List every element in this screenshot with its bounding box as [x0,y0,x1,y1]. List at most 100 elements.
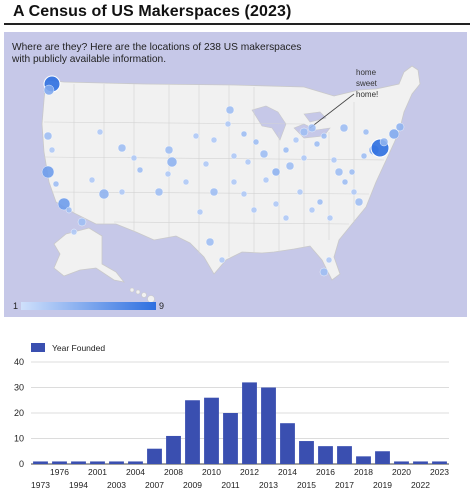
map-annotation: home sweet home! [356,67,396,100]
y-tick-label: 10 [14,434,24,444]
makerspace-dot [43,84,55,96]
makerspace-dot [230,178,238,186]
bar-2014 [280,423,295,464]
makerspace-dot [209,187,219,197]
makerspace-dot [282,214,290,222]
hawaii [129,287,155,303]
makerspace-dot [77,217,87,227]
makerspace-dot [192,132,200,140]
annotation-line-3: home! [356,90,379,99]
makerspace-dot [118,188,126,196]
title-rule [4,23,470,25]
makerspace-dot [88,176,96,184]
x-tick-label: 2015 [297,480,316,490]
bar-2020 [394,461,409,464]
makerspace-dot [292,136,300,144]
x-tick-label: 1976 [50,467,69,477]
makerspace-dot [308,206,316,214]
makerspace-dot [244,158,252,166]
makerspace-dot [240,130,248,138]
makerspace-dot [196,208,204,216]
makerspace-dot [230,152,238,160]
makerspace-dot [225,105,235,115]
x-tick-label: 2020 [392,467,411,477]
makerspace-dot [319,267,329,277]
makerspace-dot [330,156,338,164]
x-tick-label: 2011 [221,480,240,490]
x-tick-label: 2003 [107,480,126,490]
makerspace-dot [339,123,349,133]
bar-2023 [432,461,447,464]
makerspace-dot [136,166,144,174]
year-founded-chart: 0102030401973197619942001200320042007200… [14,357,449,490]
makerspace-dot [240,190,248,198]
x-tick-label: 2009 [183,480,202,490]
bar-2010 [204,397,219,464]
alaska [53,227,125,283]
x-tick-label: 2012 [240,467,259,477]
bar-2016 [318,446,333,464]
bar-2012 [242,382,257,464]
makerspace-dot [210,136,218,144]
bar-2009 [185,400,200,464]
makerspace-dot [130,154,138,162]
makerspace-dot [325,256,333,264]
makerspace-dot [271,167,281,177]
makerspace-dot [307,123,317,133]
makerspace-dot [202,160,210,168]
us-map [41,65,421,303]
makerspace-dot [43,131,53,141]
bar-2007 [147,448,162,464]
makerspace-dot [52,180,60,188]
makerspace-dot [300,154,308,162]
x-tick-label: 2018 [354,467,373,477]
y-tick-label: 30 [14,383,24,393]
y-tick-label: 40 [14,357,24,367]
bar-2004 [128,461,143,464]
makerspace-dot [379,137,389,147]
map-caption: Where are they? Here are the locations o… [12,42,302,65]
x-tick-label: 2010 [202,467,221,477]
page-title: A Census of US Makerspaces (2023) [13,3,292,20]
bar-2015 [299,441,314,464]
map-panel: Where are they? Here are the locations o… [4,32,467,317]
bar-2022 [413,461,428,464]
makerspace-dot [285,161,295,171]
bar-2011 [223,413,238,464]
makerspace-dot [259,149,269,159]
makerspace-dot [362,128,370,136]
x-tick-label: 2022 [411,480,430,490]
makerspace-dot [313,140,321,148]
x-tick-label: 2017 [335,480,354,490]
x-tick-label: 2007 [145,480,164,490]
bar-1994 [71,461,86,464]
makerspace-dot [299,127,309,137]
color-legend-min: 1 [13,301,19,311]
makerspace-dot [341,178,349,186]
makerspace-dot [205,237,215,247]
x-tick-label: 1994 [69,480,88,490]
makerspace-dot [117,143,127,153]
bar-2019 [375,451,390,464]
makerspace-dot [65,206,73,214]
makerspace-dot [316,198,324,206]
color-legend-bar [21,302,156,310]
y-tick-label: 0 [19,459,24,469]
makerspace-dot [164,170,172,178]
makerspace-dot [98,188,110,200]
x-tick-label: 2019 [373,480,392,490]
makerspace-dot [326,214,334,222]
x-tick-label: 2013 [259,480,278,490]
makerspace-dot [350,188,358,196]
makerspace-dot [360,152,368,160]
x-tick-label: 1973 [31,480,50,490]
x-tick-label: 2023 [430,467,449,477]
makerspace-dot [272,200,280,208]
annotation-line-1: home [356,68,377,77]
makerspace-dot [154,187,164,197]
makerspace-dot [182,178,190,186]
makerspace-dot [252,138,260,146]
makerspace-dot [218,256,226,264]
bar-2001 [90,461,105,464]
y-tick-label: 20 [14,408,24,418]
